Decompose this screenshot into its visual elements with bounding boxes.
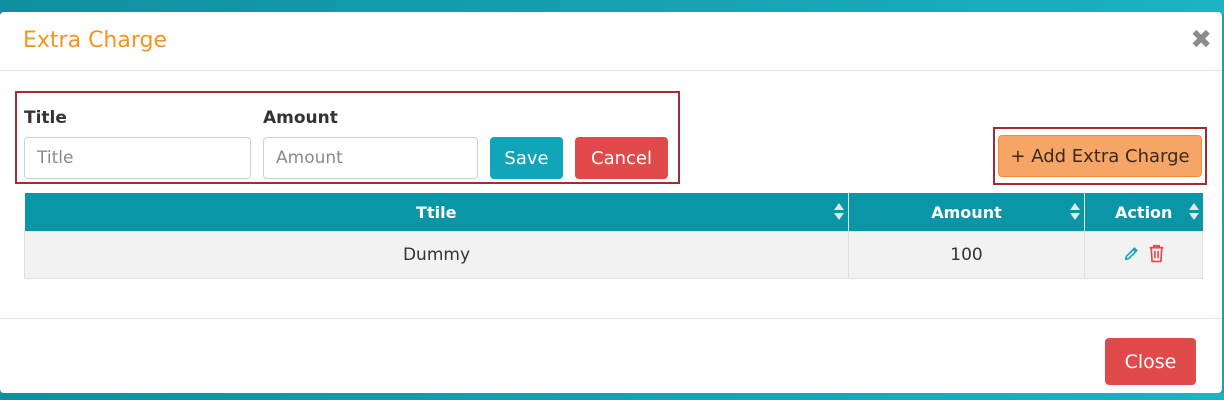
column-header-action-label: Action	[1115, 202, 1173, 222]
add-extra-charge-highlight: + Add Extra Charge	[993, 127, 1207, 185]
modal-title: Extra Charge	[23, 28, 168, 53]
background-strip-bottom	[0, 393, 1224, 400]
title-label: Title	[24, 108, 67, 128]
close-icon[interactable]: ✖	[1190, 26, 1212, 54]
header-divider	[0, 70, 1222, 71]
pencil-icon[interactable]	[1123, 245, 1140, 262]
amount-input[interactable]	[263, 137, 478, 179]
extra-charge-form: Title Amount Save Cancel	[15, 91, 680, 184]
add-extra-charge-button[interactable]: + Add Extra Charge	[998, 135, 1202, 177]
extra-charge-table: Ttile Amount Action Dummy 100	[24, 193, 1203, 279]
trash-icon[interactable]	[1148, 244, 1165, 263]
extra-charge-modal: Extra Charge ✖ Title Amount Save Cancel …	[0, 12, 1222, 393]
column-header-amount[interactable]: Amount	[848, 193, 1085, 232]
sort-arrows-icon[interactable]	[1070, 203, 1080, 221]
cancel-button[interactable]: Cancel	[575, 137, 668, 179]
column-header-action[interactable]: Action	[1084, 193, 1203, 232]
sort-arrows-icon[interactable]	[1188, 203, 1199, 221]
amount-label: Amount	[263, 108, 338, 128]
column-header-title-label: Ttile	[416, 202, 457, 222]
title-input[interactable]	[24, 137, 251, 179]
close-button[interactable]: Close	[1105, 338, 1196, 385]
cell-actions	[1084, 231, 1203, 279]
cell-title: Dummy	[24, 231, 849, 279]
column-header-title[interactable]: Ttile	[24, 193, 849, 232]
sort-arrows-icon[interactable]	[834, 203, 844, 221]
table-row: Dummy 100	[24, 231, 1203, 279]
cell-amount: 100	[848, 231, 1085, 279]
save-button[interactable]: Save	[490, 137, 563, 179]
table-header-row: Ttile Amount Action	[24, 193, 1203, 232]
column-header-amount-label: Amount	[931, 202, 1002, 222]
footer-divider	[0, 318, 1222, 319]
